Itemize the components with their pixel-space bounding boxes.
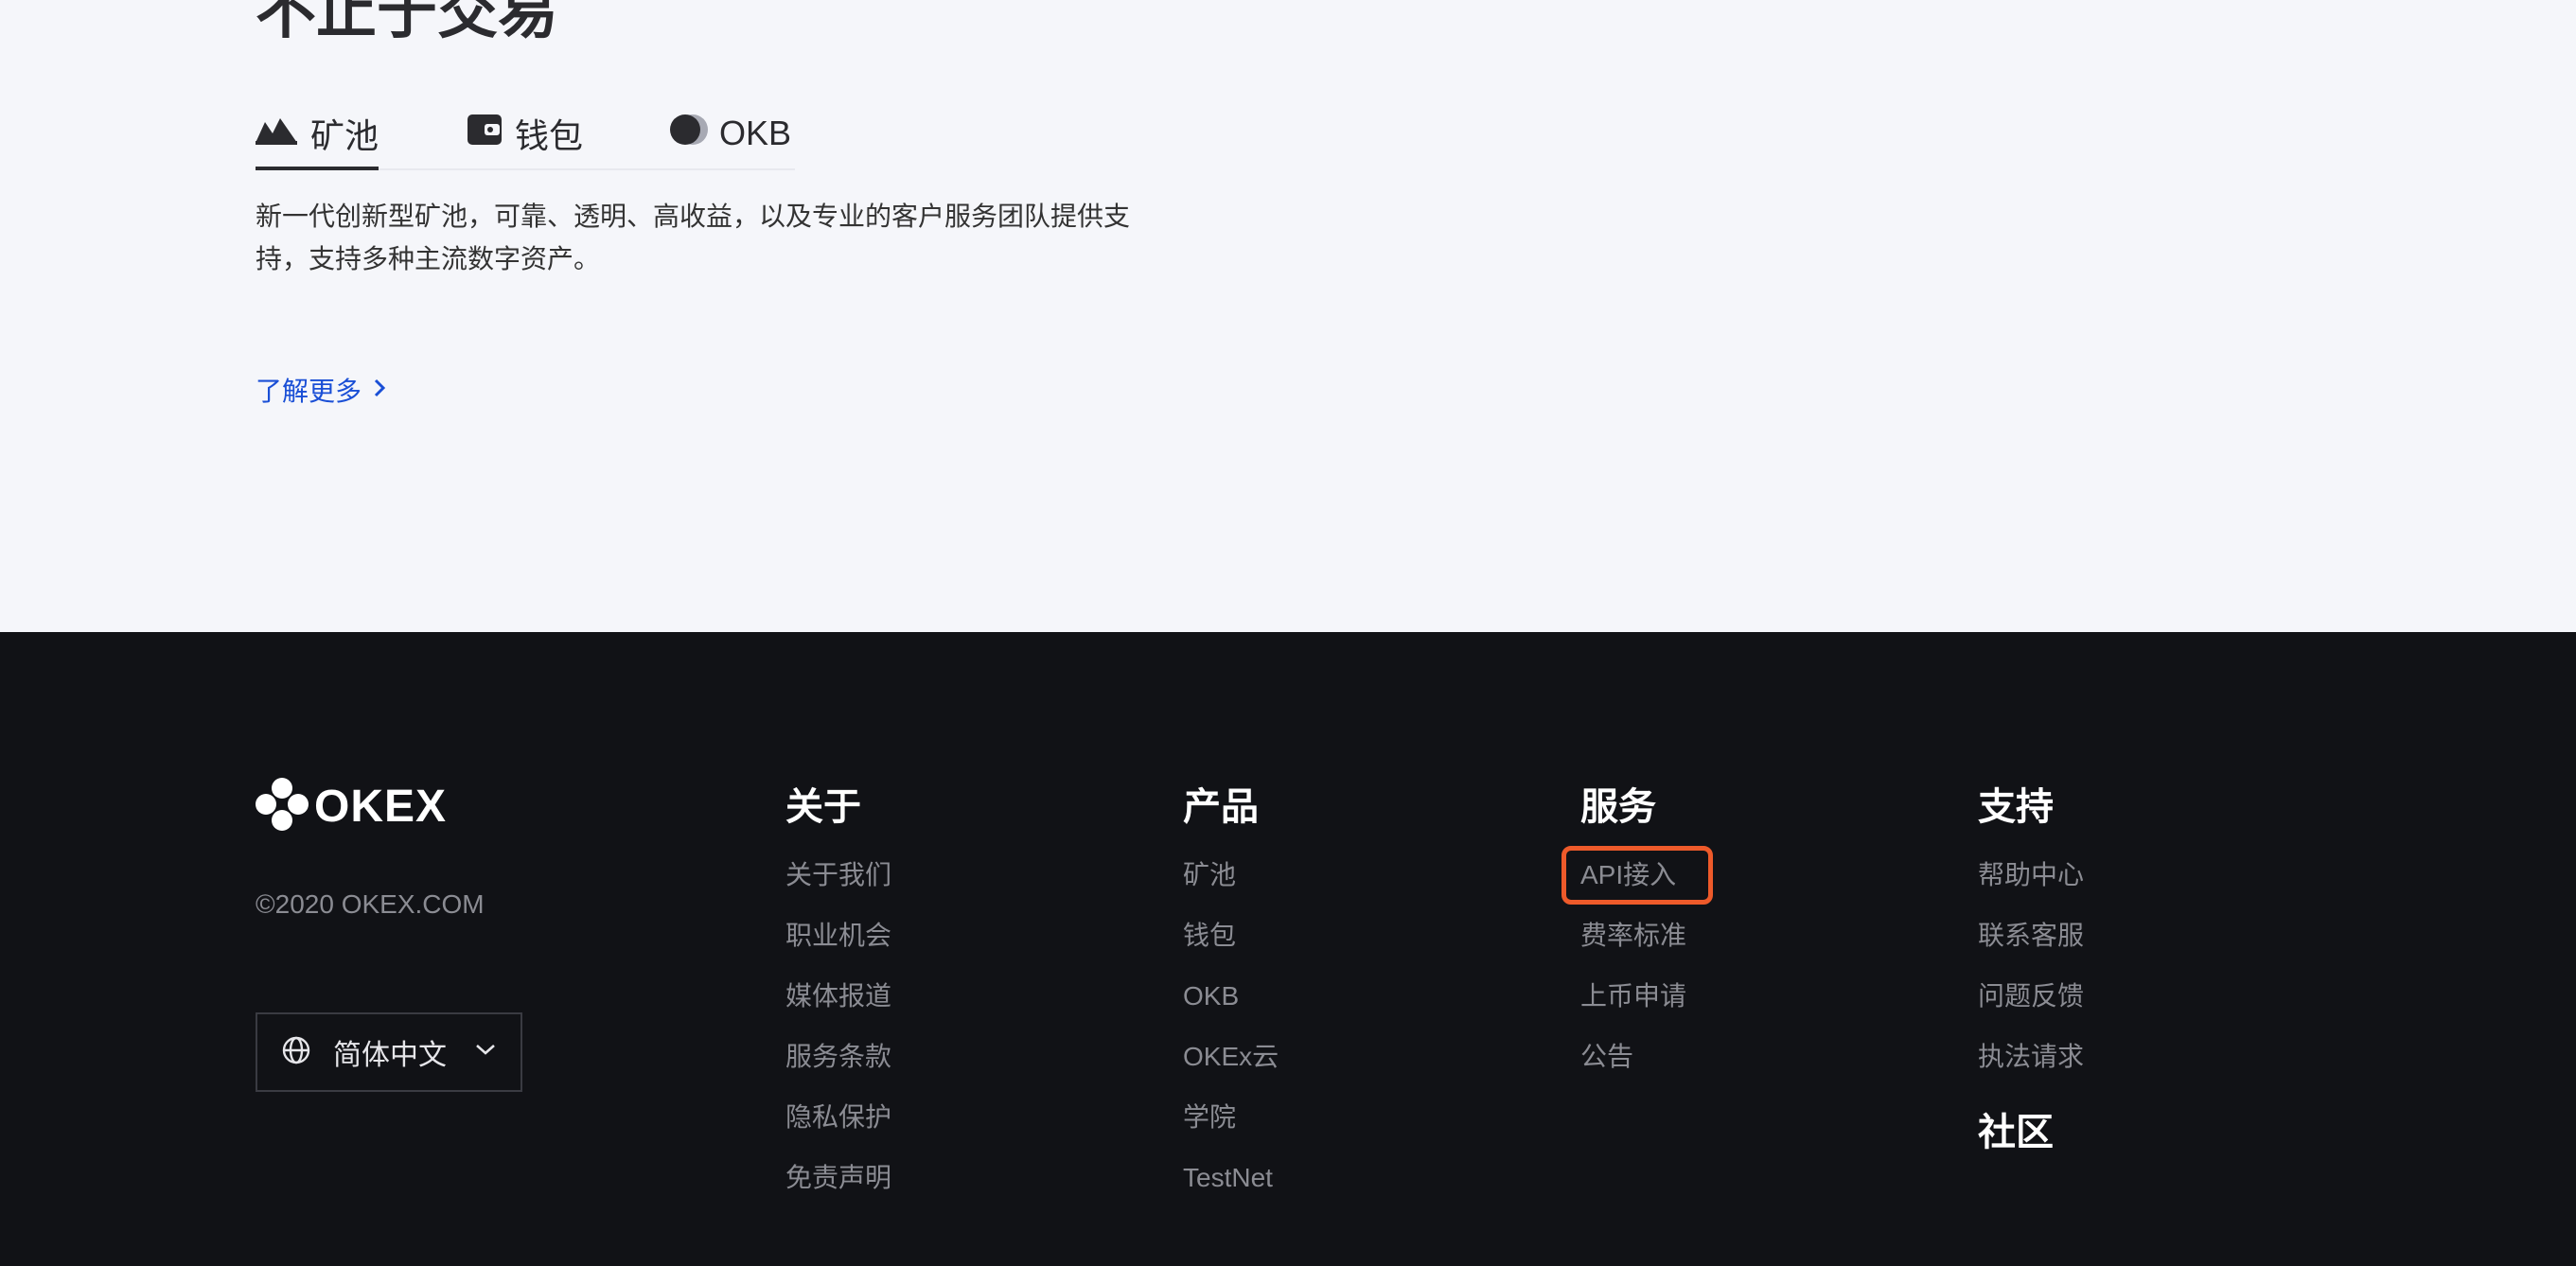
- footer-column-support: 支持 帮助中心 联系客服 问题反馈 执法请求 社区: [1978, 783, 2084, 1156]
- column-heading: 服务: [1580, 786, 1656, 828]
- tab-wallet[interactable]: 钱包: [468, 100, 583, 167]
- footer-link-okex-cloud[interactable]: OKEx云: [1183, 1042, 1279, 1071]
- footer-link-terms[interactable]: 服务条款: [785, 1042, 891, 1071]
- tab-okb[interactable]: OKB: [668, 100, 791, 167]
- footer-link-help-center[interactable]: 帮助中心: [1978, 860, 2084, 889]
- footer-link-law-enforcement[interactable]: 执法请求: [1978, 1042, 2084, 1071]
- tab-description: 新一代创新型矿池，可靠、透明、高收益，以及专业的客户服务团队提供支持，支持多种主…: [256, 202, 1131, 273]
- wallet-icon: [468, 113, 502, 155]
- okex-logo[interactable]: OKEX: [256, 778, 447, 835]
- footer-link-about-us[interactable]: 关于我们: [785, 860, 891, 889]
- product-tabs: 矿池 钱包 OKB: [256, 100, 795, 170]
- footer-link-wallet[interactable]: 钱包: [1183, 921, 1236, 950]
- footer-link-privacy[interactable]: 隐私保护: [785, 1102, 891, 1132]
- globe-icon: [282, 1036, 310, 1069]
- language-label: 简体中文: [333, 1040, 447, 1071]
- footer-link-fees[interactable]: 费率标准: [1580, 921, 1686, 950]
- footer-link-disclaimer[interactable]: 免责声明: [785, 1163, 891, 1192]
- chevron-right-icon: [373, 375, 386, 405]
- footer-link-feedback[interactable]: 问题反馈: [1978, 981, 2084, 1011]
- copyright: ©2020 OKEX.COM: [256, 889, 485, 919]
- mountain-icon: [256, 114, 297, 153]
- column-heading: 支持: [1978, 786, 2054, 828]
- tab-label: 矿池: [310, 116, 379, 155]
- okb-coin-icon: [668, 113, 710, 155]
- tab-mining-pool[interactable]: 矿池: [256, 100, 379, 170]
- footer-link-okb[interactable]: OKB: [1183, 981, 1239, 1011]
- footer-link-academy[interactable]: 学院: [1183, 1102, 1236, 1132]
- footer-link-mining-pool[interactable]: 矿池: [1183, 860, 1236, 889]
- footer-link-listing-application[interactable]: 上币申请: [1580, 981, 1686, 1011]
- column-heading: 产品: [1183, 786, 1259, 828]
- learn-more-label: 了解更多: [256, 377, 362, 406]
- footer-link-careers[interactable]: 职业机会: [785, 921, 891, 950]
- site-footer: OKEX ©2020 OKEX.COM 简体中文 关于 关于我们 职业机会 媒体…: [0, 632, 2576, 1266]
- footer-column-products: 产品 矿池 钱包 OKB OKEx云 学院 TestNet: [1183, 783, 1279, 1202]
- footer-column-about: 关于 关于我们 职业机会 媒体报道 服务条款 隐私保护 免责声明: [785, 783, 891, 1202]
- footer-link-announcements[interactable]: 公告: [1580, 1042, 1633, 1071]
- learn-more-link[interactable]: 了解更多: [256, 371, 386, 409]
- products-section: 不止于交易 矿池 钱包 OKB 新一代创新型矿池，可靠、透明、高收益，以及专业的…: [0, 0, 2576, 632]
- footer-link-api[interactable]: API接入: [1580, 860, 1676, 889]
- footer-link-testnet[interactable]: TestNet: [1183, 1163, 1273, 1192]
- chevron-down-icon: [475, 1043, 496, 1061]
- tab-label: 钱包: [515, 116, 584, 155]
- community-heading: 社区: [1978, 1112, 2054, 1153]
- tab-label: OKB: [719, 114, 792, 152]
- column-heading: 关于: [785, 786, 861, 828]
- okex-logo-icon: [256, 778, 309, 835]
- footer-link-contact-support[interactable]: 联系客服: [1978, 921, 2084, 950]
- logo-text: OKEX: [314, 782, 448, 832]
- footer-column-services: 服务 API接入 费率标准 上币申请 公告: [1561, 783, 1713, 1081]
- section-title: 不止于交易: [256, 0, 558, 45]
- language-selector[interactable]: 简体中文: [256, 1012, 522, 1092]
- footer-link-press[interactable]: 媒体报道: [785, 981, 891, 1011]
